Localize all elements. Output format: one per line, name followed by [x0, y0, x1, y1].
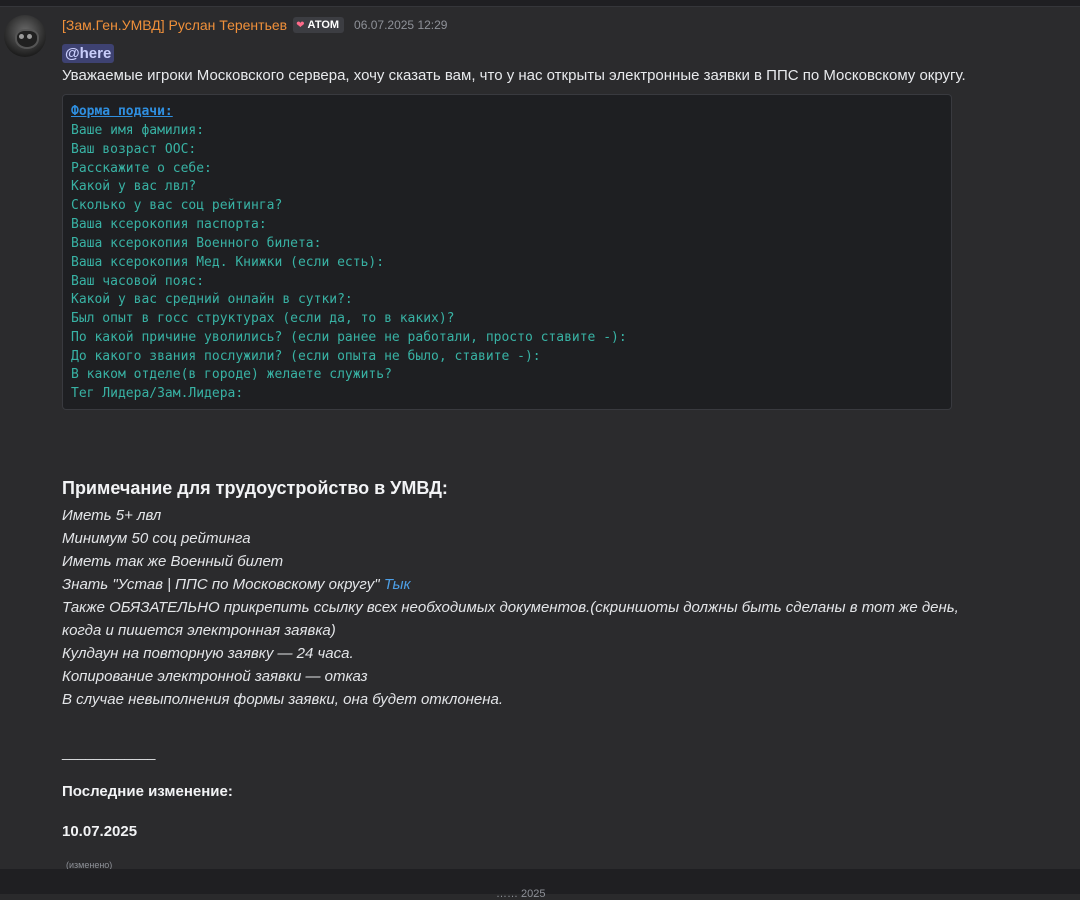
- form-line: Ваша ксерокопия паспорта:: [71, 217, 267, 232]
- form-line: В каком отделе(в городе) желаете служить…: [71, 367, 392, 382]
- date-divider-label: …… 2025: [496, 888, 546, 900]
- form-line: По какой причине уволились? (если ранее …: [71, 330, 627, 345]
- top-divider: [0, 0, 1080, 7]
- form-line: Ваш часовой пояс:: [71, 274, 205, 289]
- intro-text: Уважаемые игроки Московского сервера, хо…: [62, 67, 966, 84]
- message-timestamp: 06.07.2025 12:29: [354, 18, 448, 32]
- text-divider: ____________: [62, 744, 156, 760]
- form-line: Был опыт в госс структурах (если да, то …: [71, 311, 455, 326]
- avatar[interactable]: [4, 15, 46, 57]
- last-changes-date: 10.07.2025: [62, 823, 138, 840]
- note-heading: Примечание для трудоустройство в УМВД:: [62, 478, 448, 498]
- charter-link[interactable]: Тык: [384, 576, 411, 593]
- form-line: Тег Лидера/Зам.Лидера:: [71, 386, 244, 401]
- form-line: Какой у вас лвл?: [71, 179, 197, 194]
- form-line: Ваше имя фамилия:: [71, 123, 205, 138]
- requirement-item: Минимум 50 соц рейтинга: [62, 530, 251, 547]
- form-line: Ваша ксерокопия Мед. Книжки (если есть):: [71, 255, 385, 270]
- requirement-charter-text: Знать "Устав | ППС по Московскому округу…: [62, 576, 380, 593]
- form-line: Сколько у вас соц рейтинга?: [71, 198, 283, 213]
- requirement-item-charter: Знать "Устав | ППС по Московскому округу…: [62, 576, 411, 593]
- requirement-item: В случае невыполнения формы заявки, она …: [62, 691, 504, 708]
- last-changes-title: Последние изменение:: [62, 783, 233, 800]
- author-name[interactable]: [Зам.Ген.УМВД] Руслан Терентьев: [62, 17, 287, 33]
- form-line: Расскажите о себе:: [71, 161, 212, 176]
- requirement-item: Иметь 5+ лвл: [62, 507, 162, 524]
- requirement-item: Кулдаун на повторную заявку — 24 часа.: [62, 645, 354, 662]
- gas-mask-icon: [15, 29, 39, 49]
- message-header: [Зам.Ген.УМВД] Руслан Терентьев ❤ АТОМ 0…: [62, 15, 447, 35]
- mention-here[interactable]: @here: [62, 44, 115, 63]
- form-line: До какого звания послужили? (если опыта …: [71, 349, 541, 364]
- server-tag[interactable]: ❤ АТОМ: [293, 17, 345, 33]
- application-form-codeblock: Форма подачи: Ваше имя фамилия: Ваш возр…: [62, 94, 952, 410]
- form-line: Ваш возраст ООС:: [71, 142, 197, 157]
- heart-icon: ❤: [296, 19, 305, 31]
- form-title: Форма подачи:: [71, 104, 173, 119]
- requirement-item: Копирование электронной заявки — отказ: [62, 668, 368, 685]
- server-tag-label: АТОМ: [307, 19, 340, 31]
- form-line: Какой у вас средний онлайн в сутки?:: [71, 292, 353, 307]
- chat-message: [Зам.Ген.УМВД] Руслан Терентьев ❤ АТОМ 0…: [0, 7, 1080, 870]
- requirement-item: Иметь так же Военный билет: [62, 553, 284, 570]
- requirement-item: Также ОБЯЗАТЕЛЬНО прикрепить ссылку всех…: [62, 599, 959, 616]
- requirement-item: когда и пишется электронная заявка): [62, 622, 336, 639]
- bottom-bar: …… 2025: [0, 869, 1080, 900]
- form-line: Ваша ксерокопия Военного билета:: [71, 236, 322, 251]
